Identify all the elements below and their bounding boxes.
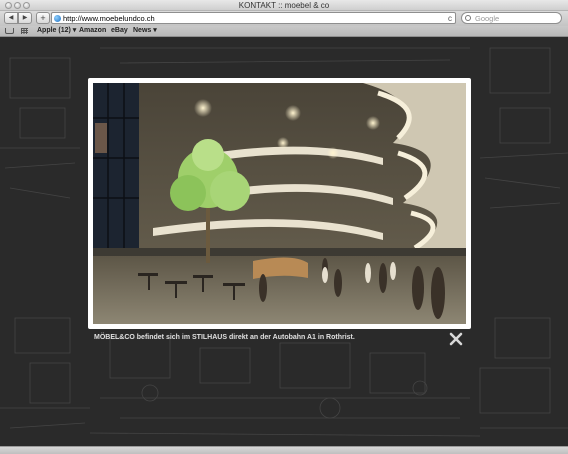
add-bookmark-button[interactable]: +: [36, 12, 50, 24]
window-titlebar: KONTAKT :: moebel & co: [0, 0, 568, 11]
book-icon[interactable]: [5, 28, 14, 34]
bookmarks-bar: Apple (12) ▾ Amazon eBay News ▾: [0, 26, 568, 37]
bookmark-news[interactable]: News ▾: [133, 26, 157, 36]
back-button[interactable]: ◀: [4, 12, 18, 24]
browser-toolbar: ◀ ▶ + http://www.moebelundco.ch c Google: [0, 11, 568, 26]
atrium-photo: [93, 83, 466, 324]
globe-icon: [54, 15, 61, 22]
search-field[interactable]: Google: [461, 12, 562, 24]
lightbox: [88, 78, 471, 329]
status-bar: [0, 446, 568, 454]
page-content: MÖBEL&CO befindet sich im STILHAUS direk…: [0, 38, 568, 446]
bookmark-amazon[interactable]: Amazon: [79, 26, 106, 36]
atrium-rendering: [93, 83, 466, 324]
forward-button[interactable]: ▶: [18, 12, 32, 24]
search-icon: [465, 15, 471, 21]
window-title: KONTAKT :: moebel & co: [238, 1, 330, 10]
grid-icon[interactable]: [21, 28, 28, 34]
reload-button[interactable]: c: [448, 13, 452, 24]
bookmark-ebay[interactable]: eBay: [111, 26, 128, 36]
image-caption: MÖBEL&CO befindet sich im STILHAUS direk…: [94, 334, 355, 341]
address-bar[interactable]: http://www.moebelundco.ch c: [51, 12, 456, 24]
url-text[interactable]: http://www.moebelundco.ch: [63, 13, 155, 24]
search-placeholder[interactable]: Google: [475, 13, 499, 24]
close-icon[interactable]: [449, 332, 463, 346]
bookmark-apple[interactable]: Apple (12) ▾: [37, 26, 76, 36]
